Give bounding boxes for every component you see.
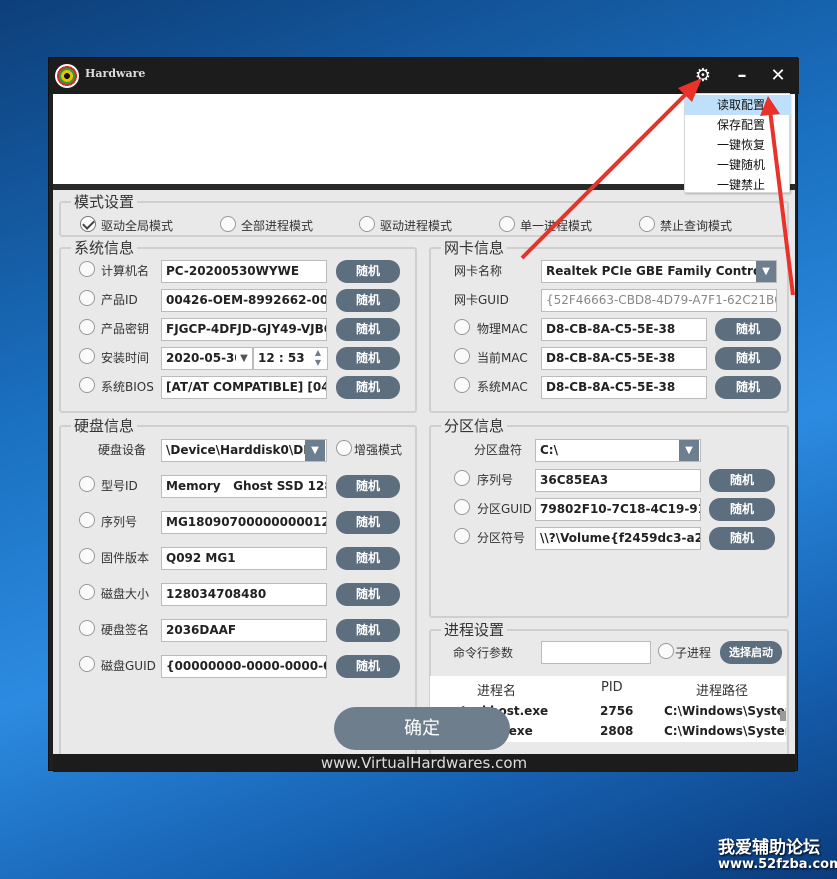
arrow-to-gear xyxy=(520,88,692,260)
annotation-arrows xyxy=(520,78,795,296)
arrow-head-menu xyxy=(760,96,780,116)
arrow-to-menu xyxy=(768,109,795,296)
